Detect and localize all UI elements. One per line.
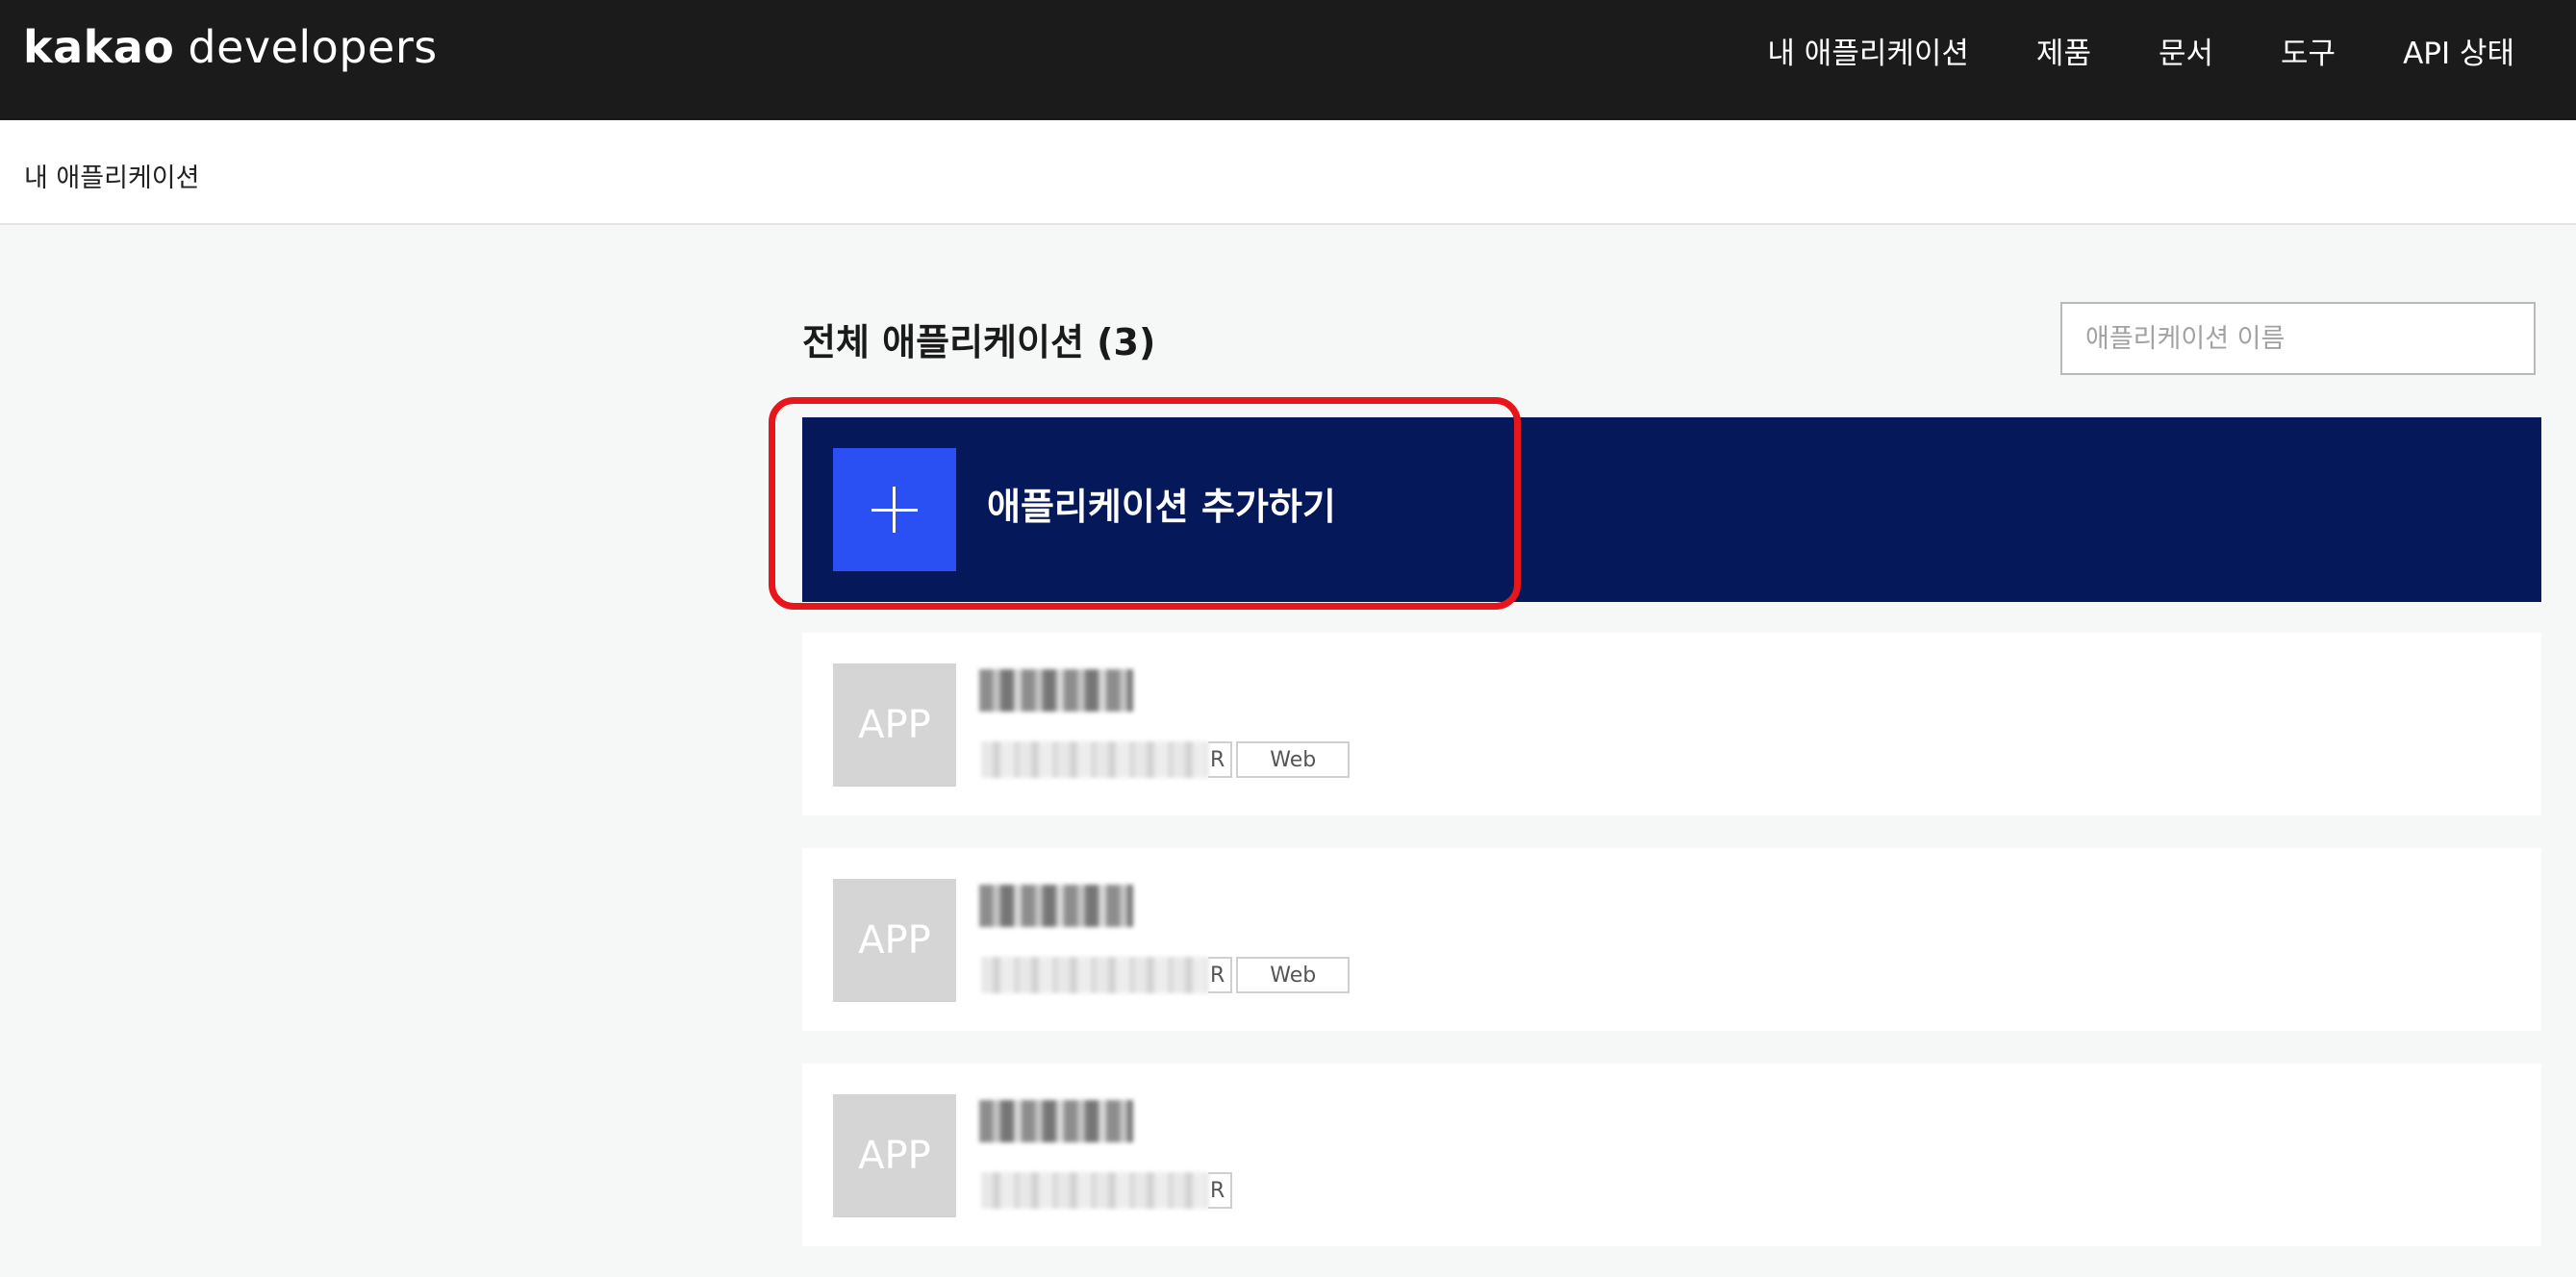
kakao-developers-logo[interactable]: kakao developers — [23, 21, 438, 73]
tag-redacted — [981, 1172, 1208, 1209]
top-navigation-bar: kakao developers 내 애플리케이션 제품 문서 도구 API 상태 — [0, 0, 2576, 120]
main-nav: 내 애플리케이션 제품 문서 도구 API 상태 — [1767, 0, 2514, 101]
app-name-redacted — [979, 669, 1133, 712]
plus-icon-vertical — [893, 487, 896, 533]
tag-suffix: R — [1208, 957, 1233, 993]
platform-tag: Web — [1236, 957, 1351, 993]
breadcrumb-bar: 내 애플리케이션 — [0, 120, 2576, 225]
platform-tag: Web — [1236, 741, 1351, 778]
app-card[interactable]: APP R Web — [802, 848, 2541, 1031]
tag-suffix: R — [1208, 741, 1233, 778]
nav-api-status[interactable]: API 상태 — [2403, 29, 2514, 72]
app-tags: R Web — [981, 741, 1351, 778]
tag-suffix: R — [1208, 1172, 1233, 1209]
app-name-redacted — [979, 885, 1133, 927]
breadcrumb[interactable]: 내 애플리케이션 — [24, 157, 199, 194]
nav-products[interactable]: 제품 — [2036, 29, 2091, 72]
app-thumbnail: APP — [833, 879, 956, 1002]
tag-redacted — [981, 741, 1208, 778]
logo-product: developers — [188, 21, 438, 73]
tag-redacted — [981, 957, 1208, 993]
add-application-button[interactable]: 애플리케이션 추가하기 — [802, 417, 2541, 602]
plus-icon — [833, 448, 956, 571]
app-thumbnail: APP — [833, 664, 956, 787]
nav-docs[interactable]: 문서 — [2159, 29, 2213, 72]
app-name-redacted — [979, 1100, 1133, 1142]
nav-tools[interactable]: 도구 — [2281, 29, 2336, 72]
app-tags: R — [981, 1172, 1233, 1209]
add-application-label: 애플리케이션 추가하기 — [987, 486, 1336, 528]
logo-brand: kakao — [23, 21, 175, 73]
nav-my-applications[interactable]: 내 애플리케이션 — [1767, 29, 1969, 72]
page-title: 전체 애플리케이션 (3) — [802, 321, 1156, 363]
app-tags: R Web — [981, 957, 1351, 993]
app-thumbnail: APP — [833, 1094, 956, 1217]
app-card[interactable]: APP R — [802, 1064, 2541, 1246]
app-card[interactable]: APP R Web — [802, 633, 2541, 815]
application-search-input[interactable] — [2060, 302, 2536, 375]
